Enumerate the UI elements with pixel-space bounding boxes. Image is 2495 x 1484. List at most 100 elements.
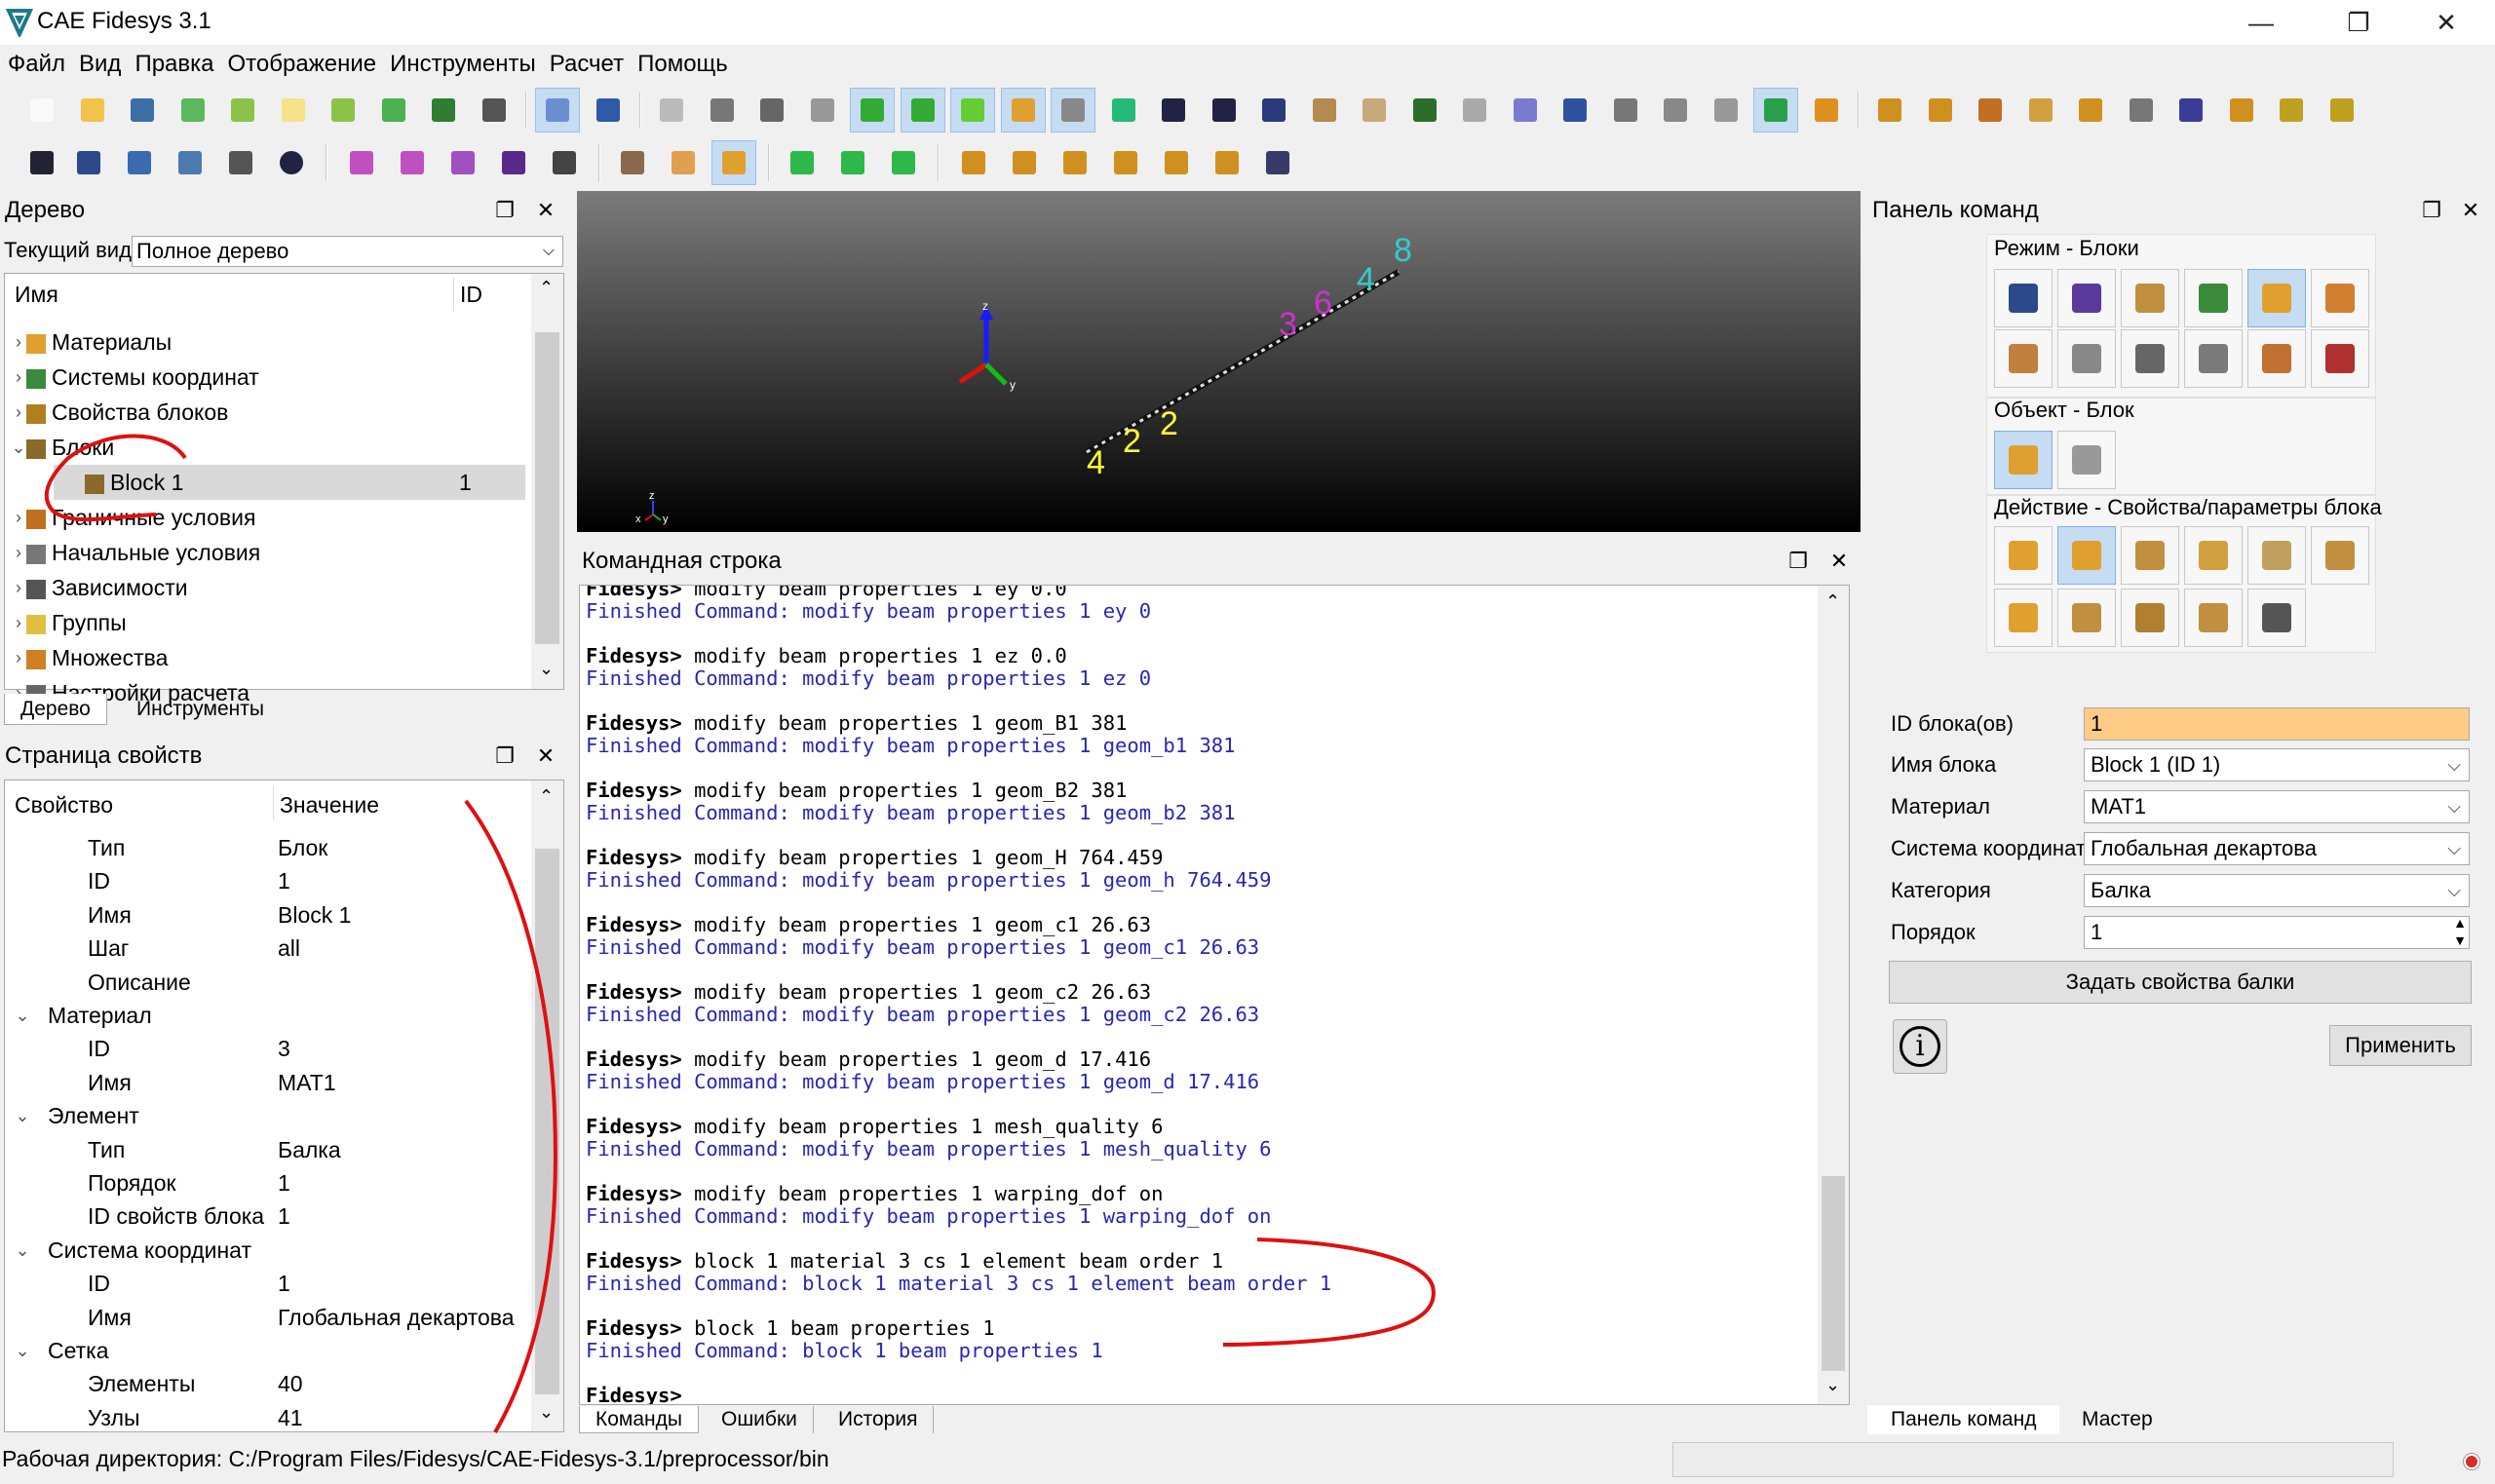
object-block-settings-button[interactable] [2057,431,2116,489]
expand-right-icon[interactable]: › [9,570,28,605]
mode-results-button[interactable] [2247,329,2306,388]
mode-analysis-button[interactable] [2184,329,2243,388]
expand-down-icon[interactable]: ⌄ [13,1234,32,1267]
subtract-button[interactable] [390,140,435,185]
expand-right-icon[interactable]: › [9,324,28,360]
plus-y-view-button[interactable] [1053,140,1097,185]
record-button[interactable] [371,88,416,133]
tree-item[interactable]: › Множества [16,640,525,675]
solid-view-button[interactable] [850,88,895,133]
scroll-up-icon[interactable]: ⌃ [539,278,554,298]
cube-button[interactable] [117,140,162,185]
menu-tools[interactable]: Инструменты [382,47,542,82]
wireframe-button[interactable] [1352,88,1397,133]
mode-inspect-button[interactable] [2311,329,2369,388]
tree-item[interactable]: › Начальные условия [16,535,525,570]
journal-button[interactable] [321,88,365,133]
plus-z-view-button[interactable] [951,140,996,185]
material-select[interactable]: MAT1 ⌵ [2084,790,2470,823]
property-row[interactable]: Имя Глобальная декартова [5,1301,526,1334]
property-row[interactable]: Порядок 1 [5,1166,526,1199]
property-row[interactable]: ID 1 [5,1267,526,1300]
mode-sets-button[interactable] [2311,269,2369,327]
add-button[interactable] [339,140,384,185]
stop-button[interactable] [881,140,926,185]
close-panel-icon[interactable]: ✕ [1824,547,1854,576]
tree-item[interactable]: › Свойства блоков [16,395,525,430]
hide-button[interactable] [1603,88,1648,133]
temperature-button[interactable] [2219,88,2264,133]
tab-errors[interactable]: Ошибки [706,1406,814,1433]
tab-command-panel[interactable]: Панель команд [1867,1405,2060,1434]
action-block-numbering-button[interactable] [2247,526,2306,585]
sphere-button[interactable] [1251,88,1296,133]
info-button[interactable]: i [1893,1019,1947,1074]
action-block-properties-button[interactable] [2057,526,2116,585]
tab-tree[interactable]: Дерево [4,694,107,725]
expand-right-icon[interactable]: › [9,640,28,675]
mesh-pattern-button[interactable] [661,140,706,185]
record-indicator-icon[interactable] [2464,1454,2479,1469]
tab-history[interactable]: История [823,1406,935,1433]
close-panel-icon[interactable]: ✕ [531,196,560,225]
cube-purple-button[interactable] [491,140,536,185]
property-row[interactable]: Тип Блок [5,831,526,864]
apply-button[interactable]: Применить [2329,1025,2472,1066]
iso-view-button[interactable] [649,88,694,133]
property-row[interactable]: Имя MAT1 [5,1066,526,1099]
moment-button[interactable] [2169,88,2213,133]
scroll-up-icon[interactable]: ⌃ [539,786,554,807]
scroll-up-icon[interactable]: ⌃ [1825,591,1840,612]
tree-item[interactable]: › Зависимости [16,570,525,605]
action-block-material-button[interactable] [2184,526,2243,585]
close-panel-icon[interactable]: ✕ [2456,196,2485,225]
shaded-box-button[interactable] [1402,88,1447,133]
action-block-info-button[interactable] [2121,589,2179,647]
scroll-thumb[interactable] [535,849,559,1394]
distributed-button[interactable] [2018,88,2063,133]
grid-view-button[interactable] [1051,88,1095,133]
rotate-button[interactable] [1101,88,1146,133]
export-button[interactable] [220,88,265,133]
expand-right-icon[interactable]: › [9,535,28,570]
console-output[interactable]: Fidesys> modify beam properties 1 ey 0.0… [579,585,1850,1405]
heat-button[interactable] [2068,88,2113,133]
rotate-view-button[interactable] [535,88,580,133]
property-group[interactable]: ⌄ Материал [5,999,526,1032]
menu-calculation[interactable]: Расчет [542,47,630,82]
mode-boundary-button[interactable] [1994,329,2053,388]
minimize-button[interactable]: — [2227,4,2295,41]
pause-button[interactable] [830,140,875,185]
property-row[interactable]: ID 1 [5,864,526,897]
tab-tools[interactable]: Инструменты [121,694,280,725]
plus-x-view-button[interactable] [1154,140,1199,185]
property-row[interactable]: Шаг all [5,932,526,965]
scroll-thumb[interactable] [1822,1176,1845,1371]
menu-display[interactable]: Отображение [220,47,383,82]
contact-button[interactable] [2119,88,2164,133]
menu-help[interactable]: Помощь [630,47,734,82]
grid-tool-button[interactable] [542,140,587,185]
vertex-button[interactable] [19,140,64,185]
fit-view-button[interactable] [1000,88,1046,133]
current-view-select[interactable]: Полное дерево ⌵ [132,236,563,267]
property-row[interactable]: ID свойств блока 1 [5,1199,526,1233]
python-button[interactable] [472,88,517,133]
volume-button[interactable] [66,140,111,185]
script-button[interactable] [271,88,316,133]
mode-initial-button[interactable] [2057,329,2116,388]
tree-scrollbar[interactable]: ⌃ ⌄ [531,274,563,689]
expand-right-icon[interactable]: › [9,360,28,395]
side-view-button[interactable] [800,88,845,133]
mode-dependency-button[interactable] [2121,329,2179,388]
zoom-out-button[interactable] [1202,88,1247,133]
float-panel-icon[interactable]: ❐ [490,196,519,225]
float-panel-icon[interactable]: ❐ [1784,547,1813,576]
expand-down-icon[interactable]: ⌄ [13,999,32,1032]
property-row[interactable]: ID 3 [5,1032,526,1065]
hidden-button[interactable] [1452,88,1497,133]
close-button[interactable]: ✕ [2412,4,2480,41]
mesh-view-button[interactable] [950,88,995,133]
surface-view-button[interactable] [900,88,945,133]
zoom-in-button[interactable] [1151,88,1196,133]
